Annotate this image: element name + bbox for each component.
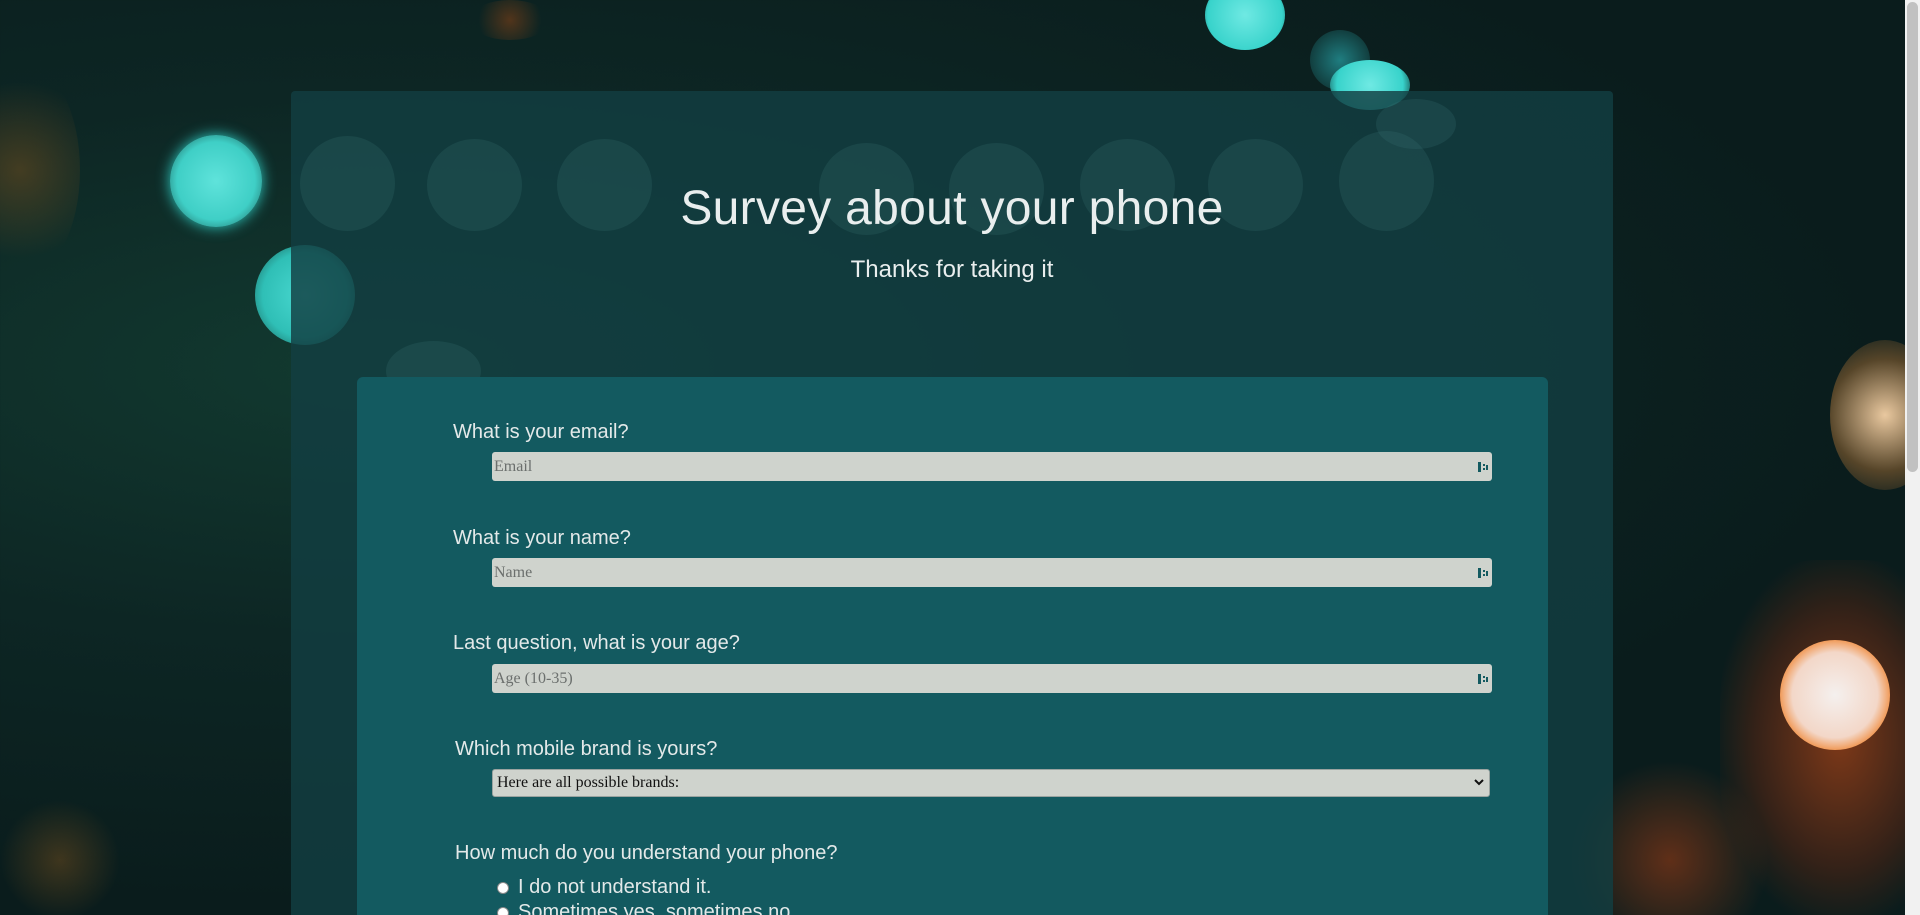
chevron-down-icon	[1473, 774, 1485, 792]
page-title: Survey about your phone	[680, 182, 1224, 235]
radio-button-icon[interactable]	[497, 881, 509, 894]
bokeh-light	[470, 0, 550, 40]
autofill-key-icon[interactable]	[1477, 671, 1489, 687]
bokeh-light	[1780, 640, 1890, 750]
bokeh-light	[170, 135, 262, 227]
survey-header: Survey about your phone Thanks for takin…	[291, 181, 1613, 284]
email-field[interactable]	[492, 452, 1492, 481]
radio-button-icon[interactable]	[497, 906, 509, 915]
option-label: I do not understand it.	[518, 876, 712, 898]
bokeh-light	[0, 60, 80, 280]
autofill-key-icon[interactable]	[1477, 565, 1489, 581]
option-label: Sometimes yes, sometimes no	[518, 901, 791, 915]
age-field[interactable]	[492, 664, 1492, 693]
page-subtitle: Thanks for taking it	[850, 256, 1054, 283]
name-field[interactable]	[492, 558, 1492, 587]
brand-select-value: Here are all possible brands:	[497, 774, 680, 791]
bokeh-light	[1205, 0, 1285, 50]
brand-label: Which mobile brand is yours?	[455, 738, 718, 760]
brand-select[interactable]: Here are all possible brands:	[492, 769, 1490, 797]
scrollbar-thumb[interactable]	[1907, 2, 1918, 472]
name-label: What is your name?	[453, 527, 631, 549]
card-bubble	[1376, 99, 1456, 149]
autofill-key-icon[interactable]	[1477, 459, 1489, 475]
understanding-option[interactable]: I do not understand it.	[497, 876, 711, 899]
bokeh-light	[0, 800, 120, 915]
email-label: What is your email?	[453, 421, 629, 443]
understanding-label: How much do you understand your phone?	[455, 842, 838, 864]
survey-form: What is your email? What is your name? L…	[357, 377, 1548, 915]
understanding-option[interactable]: Sometimes yes, sometimes no	[497, 901, 790, 915]
page-scrollbar[interactable]	[1905, 0, 1920, 915]
age-label: Last question, what is your age?	[453, 632, 740, 654]
